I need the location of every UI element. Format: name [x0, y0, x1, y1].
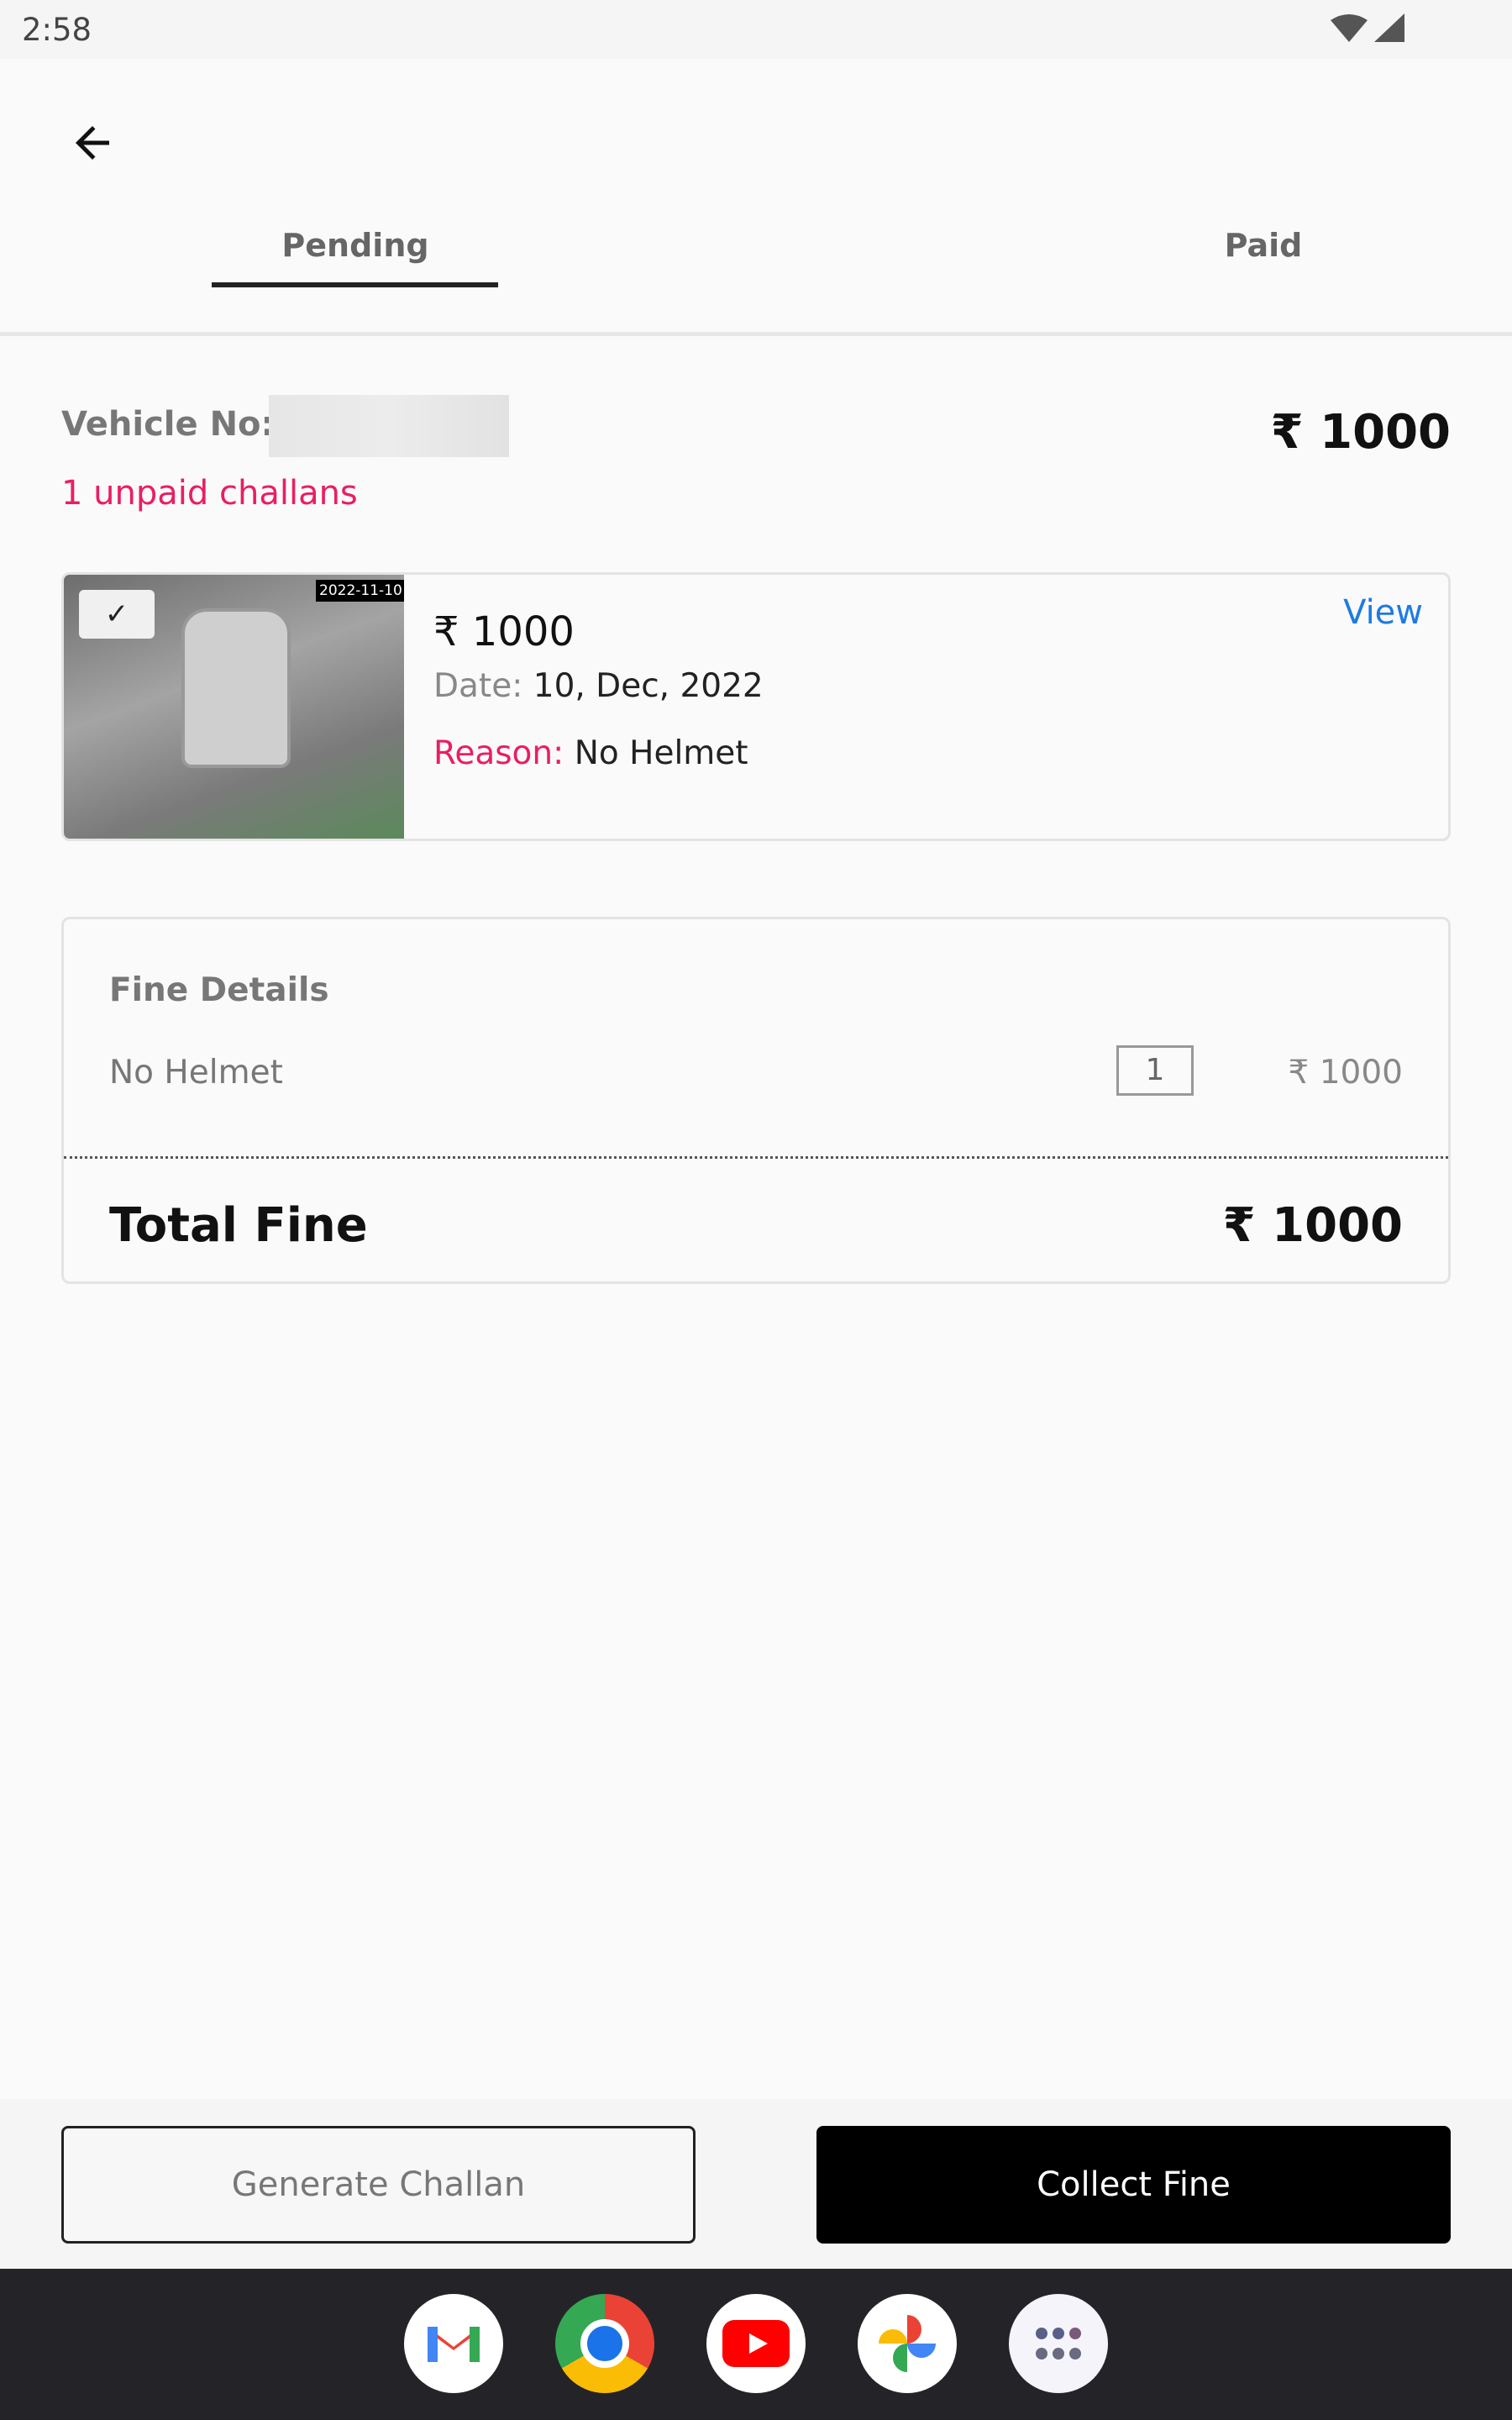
tab-pending[interactable]: Pending: [281, 227, 428, 264]
app-drawer-icon[interactable]: [1009, 2294, 1108, 2393]
collect-fine-button[interactable]: Collect Fine: [816, 2126, 1451, 2244]
generate-challan-button[interactable]: Generate Challan: [61, 2126, 696, 2244]
action-bar: Generate Challan Collect Fine: [0, 2099, 1512, 2269]
photos-icon[interactable]: [858, 2294, 957, 2393]
fine-details-title: Fine Details: [109, 971, 329, 1009]
reason-value: No Helmet: [574, 734, 748, 772]
fine-item-quantity[interactable]: 1: [1116, 1045, 1194, 1096]
challan-card[interactable]: 2022-11-10 ✓ ₹ 1000 Date: 10, Dec, 2022 …: [61, 572, 1451, 841]
status-bar: 2:58: [0, 0, 1512, 59]
youtube-icon[interactable]: [706, 2294, 806, 2393]
violation-photo[interactable]: 2022-11-10 ✓: [64, 575, 404, 839]
check-icon: ✓: [104, 597, 129, 631]
tab-paid[interactable]: Paid: [1225, 227, 1303, 264]
fine-item-amount: ₹ 1000: [1288, 1054, 1403, 1092]
signal-icon: [1374, 13, 1404, 42]
select-checkbox[interactable]: ✓: [79, 590, 155, 639]
clock: 2:58: [22, 12, 92, 48]
total-amount: ₹ 1000: [1270, 405, 1451, 460]
challan-reason: Reason: No Helmet: [433, 734, 748, 772]
total-fine-label: Total Fine: [109, 1198, 368, 1253]
date-label: Date:: [433, 667, 523, 705]
vehicle-number-redacted: [269, 395, 509, 457]
arrow-left-icon[interactable]: [67, 118, 118, 168]
divider: [64, 1156, 1448, 1159]
total-fine-amount: ₹ 1000: [1222, 1198, 1403, 1253]
date-value: 10, Dec, 2022: [533, 667, 764, 705]
dock: [0, 2269, 1512, 2420]
gmail-icon[interactable]: [404, 2294, 503, 2393]
reason-label: Reason:: [433, 734, 564, 772]
chrome-icon[interactable]: [555, 2294, 654, 2393]
challan-date: Date: 10, Dec, 2022: [433, 667, 764, 705]
vehicle-number-label: Vehicle No:: [61, 405, 275, 444]
view-link[interactable]: View: [1343, 593, 1423, 632]
app-header: Pending Paid: [0, 59, 1512, 336]
unpaid-count: 1 unpaid challans: [61, 474, 358, 513]
challan-amount: ₹ 1000: [433, 608, 575, 655]
fine-item-name: No Helmet: [109, 1054, 283, 1092]
car-shape: [181, 608, 291, 768]
active-tab-indicator: [212, 282, 498, 287]
wifi-icon: [1331, 14, 1368, 42]
fine-details-card: Fine Details No Helmet 1 ₹ 1000 Total Fi…: [61, 917, 1451, 1284]
photo-timestamp: 2022-11-10: [316, 580, 404, 602]
